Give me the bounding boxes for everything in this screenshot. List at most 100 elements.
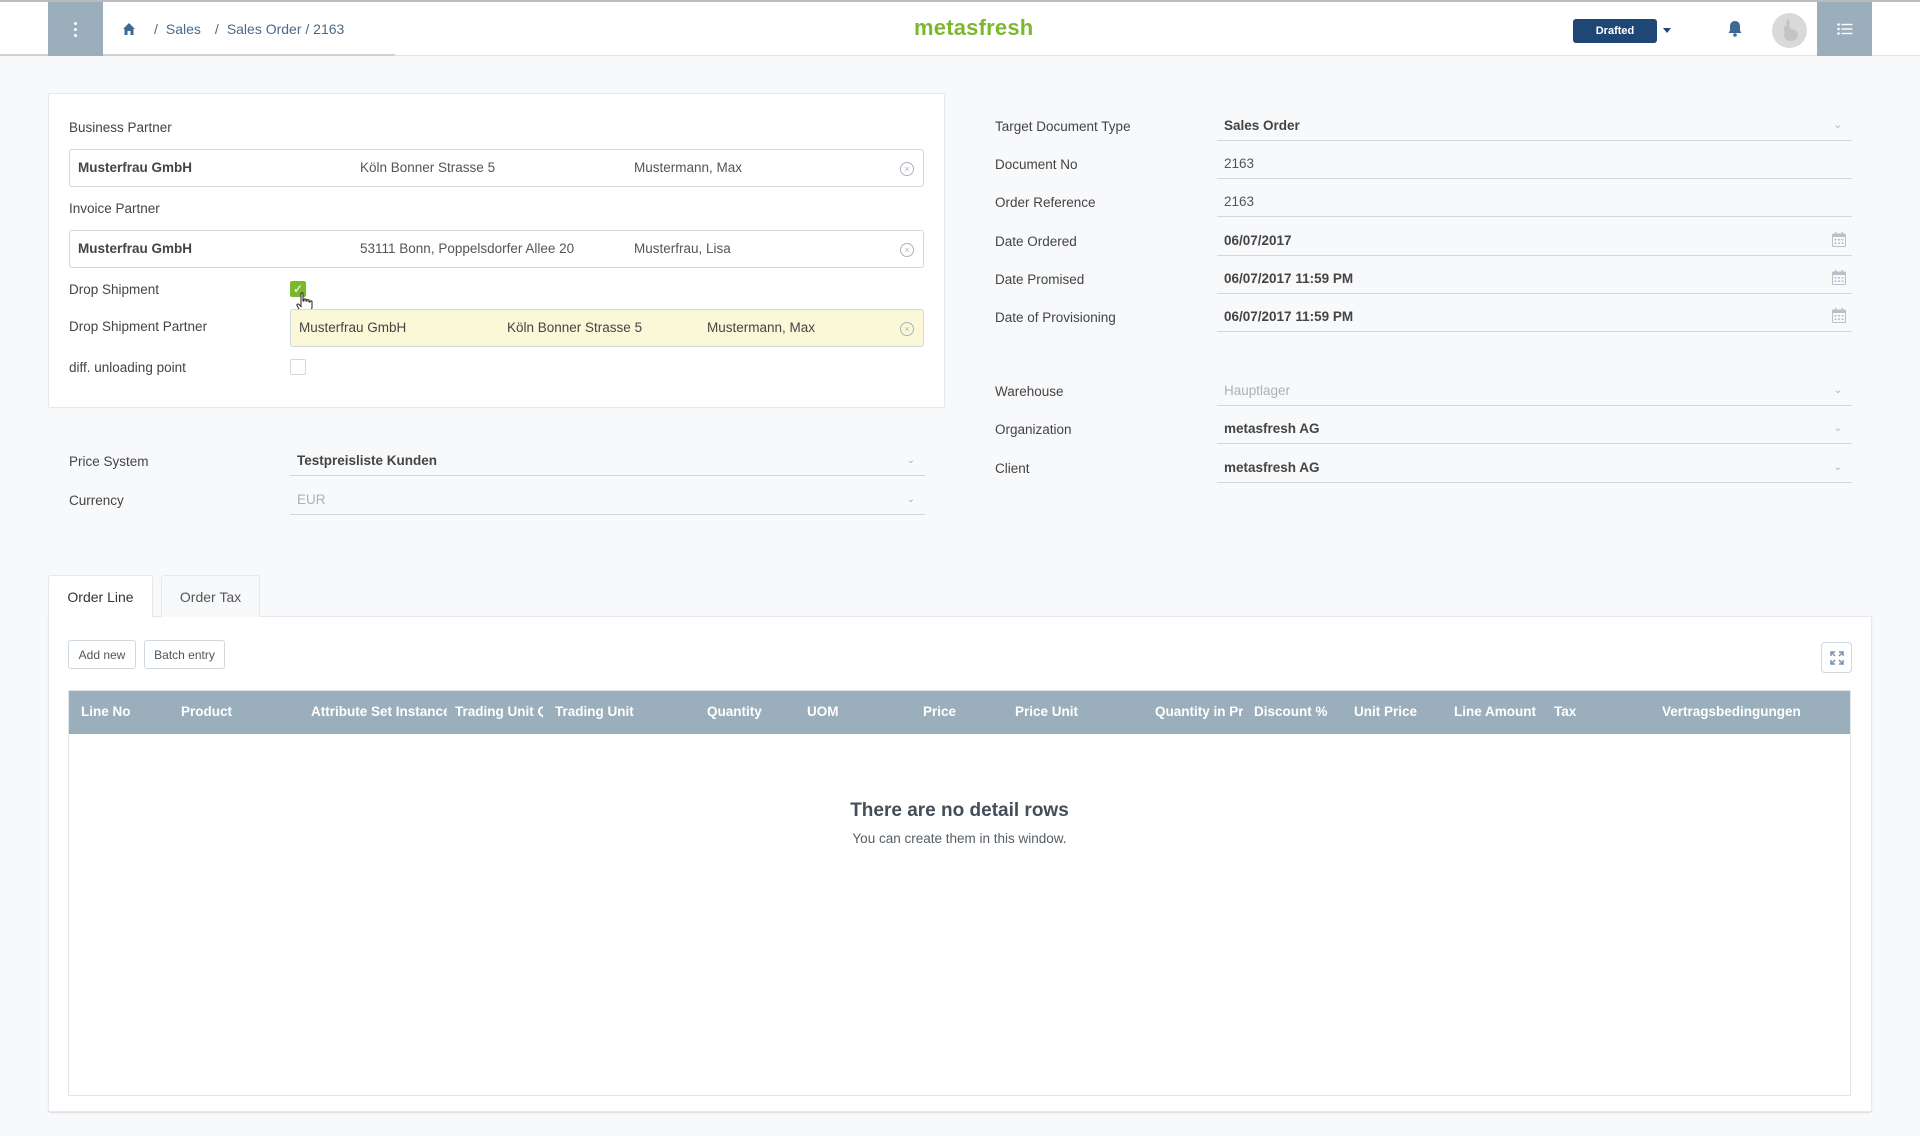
column-header[interactable]: Attribute Set Instance — [311, 704, 447, 719]
column-header[interactable]: Quantity — [707, 704, 787, 719]
organization-select[interactable]: metasfresh AG ⌄ — [1217, 414, 1852, 444]
order-reference-label: Order Reference — [995, 195, 1096, 210]
add-new-button[interactable]: Add new — [68, 640, 136, 669]
calendar-icon[interactable] — [1832, 270, 1846, 285]
target-document-type-label: Target Document Type — [995, 119, 1131, 134]
column-header[interactable]: Price — [923, 704, 1003, 719]
chevron-down-icon: ⌄ — [1833, 423, 1842, 434]
client-label: Client — [995, 461, 1030, 476]
document-status-button[interactable]: Drafted — [1573, 19, 1657, 43]
side-list-button[interactable] — [1817, 2, 1872, 56]
organization-value: metasfresh AG — [1224, 421, 1320, 436]
price-system-label: Price System — [69, 454, 149, 469]
date-ordered-value: 06/07/2017 — [1224, 233, 1292, 248]
business-partner-lookup[interactable]: Musterfrau GmbH Köln Bonner Strasse 5 Mu… — [69, 149, 924, 187]
column-header[interactable]: Trading Unit — [555, 704, 665, 719]
date-promised-label: Date Promised — [995, 272, 1085, 287]
calendar-icon[interactable] — [1832, 232, 1846, 247]
clear-icon[interactable]: × — [900, 243, 914, 257]
column-header[interactable]: Trading Unit Qty — [455, 704, 543, 719]
drop-shipment-partner-location: Köln Bonner Strasse 5 — [507, 320, 643, 335]
date-provisioning-label: Date of Provisioning — [995, 310, 1116, 325]
clear-icon[interactable]: × — [900, 162, 914, 176]
rabbit-avatar-icon — [1783, 18, 1798, 41]
price-system-value: Testpreisliste Kunden — [297, 453, 438, 468]
business-partner-name: Musterfrau GmbH — [78, 160, 193, 175]
chevron-down-icon: ⌄ — [1833, 385, 1842, 396]
warehouse-select[interactable]: Hauptlager ⌄ — [1217, 376, 1852, 406]
column-header[interactable]: UOM — [807, 704, 887, 719]
chevron-down-icon: ⌄ — [1833, 120, 1842, 131]
date-provisioning-field[interactable]: 06/07/2017 11:59 PM — [1217, 302, 1852, 332]
drop-shipment-label: Drop Shipment — [69, 282, 160, 297]
client-select[interactable]: metasfresh AG ⌄ — [1217, 453, 1852, 483]
drop-shipment-partner-lookup[interactable]: Musterfrau GmbH Köln Bonner Strasse 5 Mu… — [290, 309, 924, 347]
drop-shipment-partner-name: Musterfrau GmbH — [299, 320, 407, 335]
date-ordered-label: Date Ordered — [995, 234, 1077, 249]
diff-unloading-point-label: diff. unloading point — [69, 360, 186, 375]
business-partner-contact: Mustermann, Max — [634, 160, 743, 175]
expand-table-button[interactable] — [1821, 642, 1852, 673]
chevron-down-icon: ⌄ — [1833, 462, 1842, 473]
invoice-partner-contact: Musterfrau, Lisa — [634, 241, 731, 256]
diff-unloading-point-checkbox[interactable] — [290, 359, 306, 375]
column-header[interactable]: Product — [181, 704, 281, 719]
order-lines-table: Line No Product Attribute Set Instance T… — [68, 690, 1851, 1096]
top-header: / Sales / Sales Order / 2163 metasfresh … — [0, 0, 1920, 56]
table-header: Line No Product Attribute Set Instance T… — [69, 691, 1850, 734]
invoice-partner-name: Musterfrau GmbH — [78, 241, 193, 256]
user-avatar[interactable] — [1772, 13, 1807, 48]
document-no-value: 2163 — [1224, 156, 1255, 171]
currency-value: EUR — [297, 492, 326, 507]
column-header[interactable]: Quantity in Price UOM — [1155, 704, 1243, 719]
breadcrumb: / Sales / Sales Order / 2163 — [122, 2, 344, 56]
breadcrumb-sales[interactable]: Sales — [166, 21, 201, 37]
empty-state-subtitle: You can create them in this window. — [852, 831, 1067, 846]
business-partner-label: Business Partner — [69, 120, 172, 135]
warehouse-label: Warehouse — [995, 384, 1064, 399]
breadcrumb-separator: / — [214, 21, 219, 37]
currency-select[interactable]: EUR ⌄ — [290, 485, 925, 515]
tab-order-tax[interactable]: Order Tax — [161, 575, 260, 617]
date-promised-value: 06/07/2017 11:59 PM — [1224, 271, 1354, 286]
chevron-down-icon: ⌄ — [906, 455, 915, 466]
breadcrumb-separator: / — [154, 21, 158, 37]
chevron-down-icon: ⌄ — [906, 494, 915, 505]
date-promised-field[interactable]: 06/07/2017 11:59 PM — [1217, 264, 1852, 294]
main-menu-button[interactable] — [48, 2, 103, 56]
bell-icon[interactable] — [1725, 19, 1745, 39]
clear-icon[interactable]: × — [900, 322, 914, 336]
empty-state-title: There are no detail rows — [850, 800, 1069, 821]
invoice-partner-label: Invoice Partner — [69, 201, 160, 216]
tab-order-line[interactable]: Order Line — [48, 575, 153, 618]
column-header[interactable]: Unit Price — [1354, 704, 1434, 719]
column-header[interactable]: Discount % — [1254, 704, 1344, 719]
home-icon[interactable] — [122, 22, 136, 36]
invoice-partner-lookup[interactable]: Musterfrau GmbH 53111 Bonn, Poppelsdorfe… — [69, 230, 924, 268]
column-header[interactable]: Tax — [1554, 704, 1614, 719]
target-document-type-select[interactable]: Sales Order ⌄ — [1217, 111, 1852, 141]
column-header[interactable]: Vertragsbedingungen — [1662, 704, 1842, 719]
column-header[interactable]: Price Unit — [1015, 704, 1115, 719]
organization-label: Organization — [995, 422, 1072, 437]
document-no-label: Document No — [995, 157, 1078, 172]
drop-shipment-partner-label: Drop Shipment Partner — [69, 319, 208, 334]
order-reference-field[interactable]: 2163 — [1217, 187, 1852, 217]
client-value: metasfresh AG — [1224, 460, 1320, 475]
column-header[interactable]: Line No — [81, 704, 171, 719]
column-header[interactable]: Line Amount — [1454, 704, 1544, 719]
date-provisioning-value: 06/07/2017 11:59 PM — [1224, 309, 1354, 324]
batch-entry-button[interactable]: Batch entry — [144, 640, 225, 669]
list-icon — [1836, 23, 1852, 35]
price-system-select[interactable]: Testpreisliste Kunden ⌄ — [290, 446, 925, 476]
caret-down-icon[interactable] — [1663, 28, 1671, 33]
calendar-icon[interactable] — [1832, 308, 1846, 323]
order-reference-value: 2163 — [1224, 194, 1255, 209]
date-ordered-field[interactable]: 06/07/2017 — [1217, 226, 1852, 256]
business-partner-location: Köln Bonner Strasse 5 — [360, 160, 496, 175]
fullscreen-icon — [1829, 650, 1844, 665]
warehouse-value: Hauptlager — [1224, 383, 1291, 398]
document-no-field[interactable]: 2163 — [1217, 149, 1852, 179]
metasfresh-logo: metasfresh — [914, 15, 1034, 40]
breadcrumb-sales-order[interactable]: Sales Order / 2163 — [227, 21, 345, 37]
